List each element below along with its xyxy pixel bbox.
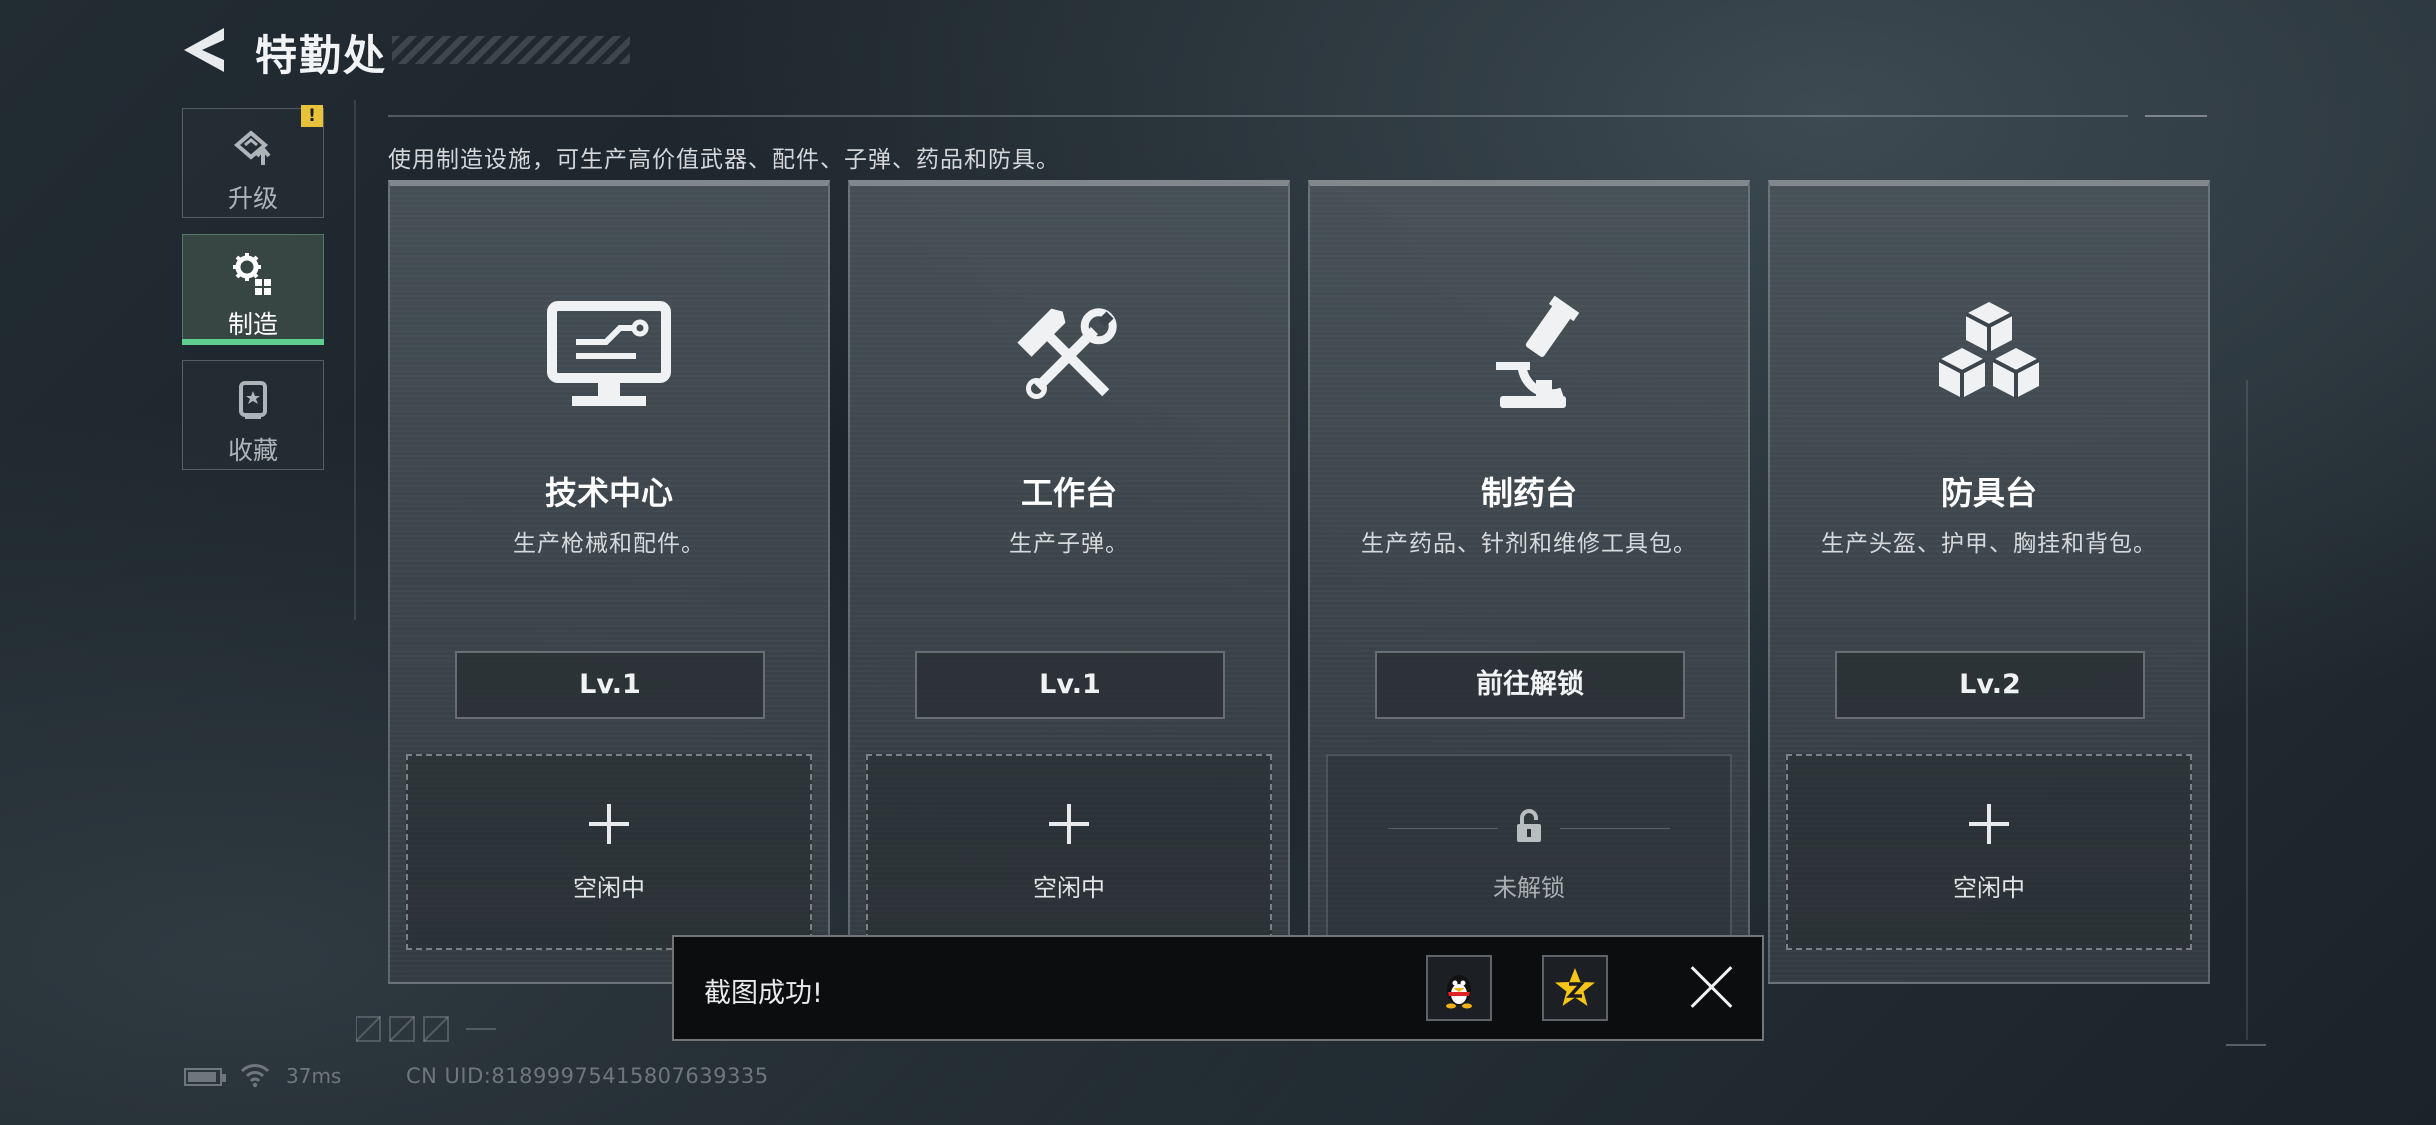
- close-icon[interactable]: [1688, 963, 1736, 1011]
- facility-description: 生产药品、针剂和维修工具包。: [1361, 531, 1697, 557]
- sidebar-item-label: 制造: [227, 310, 278, 339]
- divider: [1388, 828, 1498, 829]
- plus-icon: [1049, 804, 1089, 844]
- facility-card-workbench[interactable]: 工作台 生产子弹。 Lv.1 空闲中: [848, 180, 1290, 984]
- lock-icon: [1517, 809, 1541, 842]
- top-divider: [388, 115, 2128, 117]
- facility-description: 生产枪械和配件。: [513, 531, 705, 557]
- collection-icon: [239, 381, 267, 419]
- plus-icon: [589, 804, 629, 844]
- sidebar-item-collection[interactable]: 收藏: [182, 360, 324, 470]
- level-button[interactable]: Lv.2: [1835, 651, 2145, 719]
- microscope-icon: [1496, 296, 1580, 408]
- screenshot-toast: 截图成功!: [672, 935, 1764, 1041]
- qzone-star-icon: [1555, 968, 1595, 1006]
- production-slot-locked: 未解锁: [1326, 754, 1732, 950]
- facility-card-armor[interactable]: 防具台 生产头盔、护甲、胸挂和背包。 Lv.2 空闲中: [1768, 180, 2210, 984]
- facility-name: 防具台: [1940, 474, 2037, 512]
- facility-name: 技术中心: [544, 474, 673, 512]
- divider: [1560, 828, 1670, 829]
- wifi-icon: [240, 1064, 270, 1088]
- user-uid: CN UID:81899975415807639335: [406, 1064, 769, 1088]
- top-divider-accent: [2145, 115, 2207, 117]
- title-decoration: [392, 36, 630, 64]
- decorative-chevrons: [356, 1016, 496, 1042]
- monitor-circuit-icon: [547, 301, 671, 406]
- sidebar-divider: [354, 100, 356, 620]
- unlock-button[interactable]: 前往解锁: [1375, 651, 1685, 719]
- slot-status: 空闲中: [573, 874, 645, 902]
- facility-name: 工作台: [1020, 474, 1117, 512]
- slot-status: 空闲中: [1953, 874, 2025, 902]
- battery-icon: [184, 1068, 226, 1086]
- plus-icon: [1969, 804, 2009, 844]
- cubes-icon: [1938, 302, 2040, 398]
- slot-status: 空闲中: [1033, 874, 1105, 902]
- share-qzone-button[interactable]: [1542, 955, 1608, 1021]
- sidebar-item-craft[interactable]: 制造: [182, 234, 324, 345]
- level-button[interactable]: Lv.1: [915, 651, 1225, 719]
- decorative-line: [2246, 380, 2248, 1040]
- gear-craft-icon: [233, 253, 271, 295]
- production-slot[interactable]: 空闲中: [406, 754, 812, 950]
- ping-latency: 37ms: [286, 1064, 342, 1088]
- upgrade-icon: [233, 130, 271, 165]
- facility-card-tech-center[interactable]: 技术中心 生产枪械和配件。 Lv.1 空闲中: [388, 180, 830, 984]
- slot-status: 未解锁: [1493, 874, 1565, 902]
- back-arrow-icon[interactable]: [180, 24, 228, 76]
- facility-description: 生产头盔、护甲、胸挂和背包。: [1821, 531, 2157, 557]
- hammer-wrench-icon: [1017, 308, 1117, 400]
- share-qq-button[interactable]: [1426, 955, 1492, 1021]
- facility-name: 制药台: [1480, 474, 1577, 512]
- facility-card-pharmacy[interactable]: 制药台 生产药品、针剂和维修工具包。 前往解锁 未解锁: [1308, 180, 1750, 984]
- production-slot[interactable]: 空闲中: [1786, 754, 2192, 950]
- qq-penguin-icon: [1446, 975, 1472, 1009]
- warning-badge: !: [301, 105, 323, 127]
- sidebar-item-label: 升级: [227, 184, 278, 213]
- page-description: 使用制造设施，可生产高价值武器、配件、子弹、药品和防具。: [388, 147, 1060, 173]
- level-button[interactable]: Lv.1: [455, 651, 765, 719]
- sidebar-item-label: 收藏: [227, 436, 278, 465]
- toast-message: 截图成功!: [704, 978, 823, 1009]
- decorative-line: [2226, 1044, 2266, 1046]
- facility-description: 生产子弹。: [1009, 531, 1129, 557]
- production-slot[interactable]: 空闲中: [866, 754, 1272, 950]
- page-title: 特勤处: [255, 31, 388, 80]
